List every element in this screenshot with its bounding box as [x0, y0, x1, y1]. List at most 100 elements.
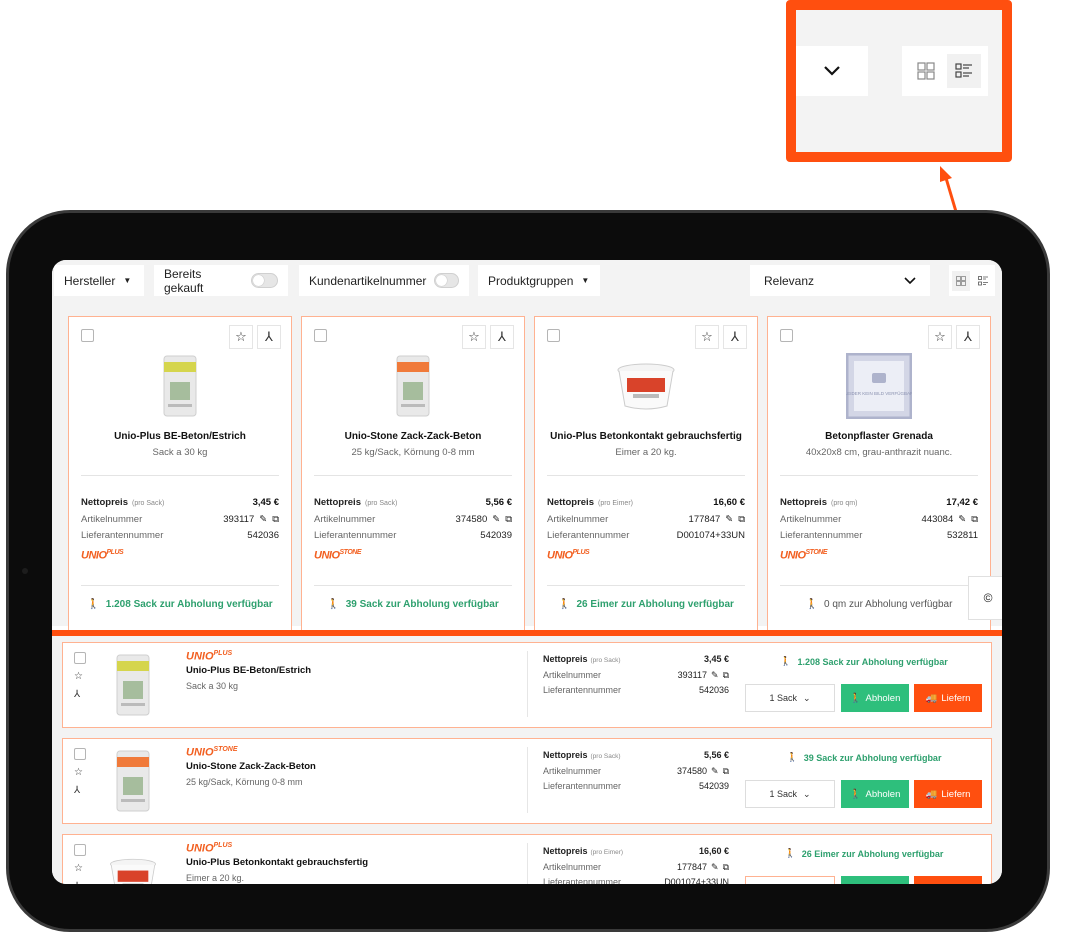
article-value: 393117 ✎ ⧉ [223, 514, 279, 525]
abholen-button[interactable]: 🚶Abholen [841, 684, 909, 712]
pickup-person-icon: 🚶 [805, 599, 819, 610]
quantity-selector[interactable]: 40,000 g⌄ [745, 876, 835, 884]
star-icon[interactable]: ☆ [74, 863, 83, 874]
price-row: Nettopreis (pro Eimer) 16,60 € [547, 497, 745, 508]
datasheet-button[interactable]: ⅄ [490, 325, 514, 349]
favorite-button[interactable]: ☆ [229, 325, 253, 349]
list-item[interactable]: ☆ ⅄ UNIOPLUS Unio-Plus BE-Beton/Estrich … [62, 642, 992, 728]
sort-value: Relevanz [764, 273, 815, 288]
hersteller-filter[interactable]: Hersteller ▼ [54, 265, 144, 296]
product-image[interactable] [108, 844, 158, 884]
product-image[interactable] [108, 652, 158, 718]
compare-checkbox[interactable] [780, 329, 793, 342]
sort-dropdown[interactable]: Relevanz [750, 265, 930, 296]
star-icon[interactable]: ☆ [74, 767, 83, 778]
grid-view-button-zoom[interactable] [909, 54, 943, 88]
copy-icon[interactable]: ⧉ [272, 514, 279, 525]
pickup-person-icon: 🚶 [87, 599, 100, 610]
article-value: 374580 ✎ ⧉ [455, 514, 512, 525]
produktgruppen-filter[interactable]: Produktgruppen ▼ [478, 265, 600, 296]
article-row: Artikelnummer 393117 ✎ ⧉ [543, 670, 729, 681]
product-subtitle: 25 kg/Sack, Körnung 0-8 mm [186, 777, 303, 787]
product-image[interactable] [145, 351, 215, 421]
quantity-selector[interactable]: 1 Sack ⌄ [745, 780, 835, 808]
price-label: Nettopreis (pro Eimer) [547, 497, 633, 508]
acrobat-icon: ⅄ [265, 329, 273, 344]
product-image[interactable]: LEIDER KEIN BILD VERFÜGBAR [844, 351, 914, 421]
list-item[interactable]: ☆ ⅄ UNIOSTONE Unio-Stone Zack-Zack-Beton… [62, 738, 992, 824]
compare-checkbox[interactable] [314, 329, 327, 342]
datasheet-button[interactable]: ⅄ [723, 325, 747, 349]
copy-icon[interactable]: ⧉ [971, 514, 978, 525]
supplier-value: 532811 [947, 530, 978, 541]
supplier-label: Lieferantennummer [543, 781, 622, 791]
filter-bar: Hersteller ▼ Bereits gekauft Kundenartik… [52, 260, 1002, 310]
pencil-icon[interactable]: ✎ [259, 514, 267, 525]
zoom-callout [786, 0, 1012, 162]
copyright-side-tab[interactable]: © [968, 576, 1002, 620]
no-image-placeholder: LEIDER KEIN BILD VERFÜGBAR [846, 353, 912, 419]
product-name[interactable]: Unio-Plus Betonkontakt gebrauchsfertig [541, 431, 751, 442]
product-name[interactable]: Unio-Plus Betonkontakt gebrauchsfertig [186, 857, 368, 868]
tablet-screen: Hersteller ▼ Bereits gekauft Kundenartik… [52, 260, 1002, 884]
copy-icon[interactable]: ⧉ [723, 670, 729, 681]
pencil-icon[interactable]: ✎ [492, 514, 500, 525]
copy-icon[interactable]: ⧉ [505, 514, 512, 525]
product-card[interactable]: ☆ ⅄ Unio-Plus Betonkontakt gebrauchsfert… [534, 316, 758, 636]
pencil-icon[interactable]: ✎ [711, 862, 719, 873]
copy-icon[interactable]: ⧉ [738, 514, 745, 525]
price-value: 3,45 € [252, 497, 279, 508]
bereits-gekauft-toggle[interactable] [250, 273, 278, 288]
availability: 🚶 26 Eimer zur Abholung verfügbar [784, 848, 944, 859]
product-name[interactable]: Betonpflaster Grenada [774, 431, 984, 442]
pencil-icon[interactable]: ✎ [711, 670, 719, 681]
compare-checkbox[interactable] [74, 652, 86, 664]
compare-checkbox[interactable] [81, 329, 94, 342]
product-image[interactable] [378, 351, 448, 421]
favorite-button[interactable]: ☆ [462, 325, 486, 349]
pencil-icon[interactable]: ✎ [725, 514, 733, 525]
liefern-button[interactable]: 🚚Liefern [914, 876, 982, 884]
pencil-icon[interactable]: ✎ [958, 514, 966, 525]
datasheet-button[interactable]: ⅄ [956, 325, 980, 349]
bereits-gekauft-label: Bereits gekauft [164, 266, 204, 295]
price-label: Nettopreis (pro Sack) [81, 497, 165, 508]
product-grid: ☆ ⅄ Unio-Plus BE-Beton/Estrich Sack a 30… [52, 310, 1002, 636]
list-view-button[interactable] [974, 271, 992, 291]
list-view-button-zoom[interactable] [946, 54, 981, 88]
product-name[interactable]: Unio-Plus BE-Beton/Estrich [186, 665, 311, 676]
star-icon[interactable]: ☆ [74, 671, 83, 682]
product-card[interactable]: ☆ ⅄ LEIDER KEIN BILD VERFÜGBAR Betonpfla… [767, 316, 991, 636]
product-image[interactable] [108, 748, 158, 814]
compare-checkbox[interactable] [74, 748, 86, 760]
kundenartikelnummer-toggle[interactable] [434, 273, 459, 288]
supplier-label: Lieferantennummer [547, 530, 630, 541]
compare-checkbox[interactable] [547, 329, 560, 342]
acrobat-icon[interactable]: ⅄ [74, 785, 80, 796]
supplier-label: Lieferantennummer [81, 530, 164, 541]
quantity-selector[interactable]: 1 Sack ⌄ [745, 684, 835, 712]
grid-view-button[interactable] [952, 270, 971, 291]
abholen-button[interactable]: 🚶Abholen [841, 876, 909, 884]
favorite-button[interactable]: ☆ [928, 325, 952, 349]
product-card[interactable]: ☆ ⅄ Unio-Plus BE-Beton/Estrich Sack a 30… [68, 316, 292, 636]
product-card[interactable]: ☆ ⅄ Unio-Stone Zack-Zack-Beton 25 kg/Sac… [301, 316, 525, 636]
favorite-button[interactable]: ☆ [695, 325, 719, 349]
compare-checkbox[interactable] [74, 844, 86, 856]
article-label: Artikelnummer [81, 514, 143, 525]
product-name[interactable]: Unio-Stone Zack-Zack-Beton [308, 431, 518, 442]
abholen-button[interactable]: 🚶Abholen [841, 780, 909, 808]
list-item[interactable]: ☆ ⅄ UNIOPLUS Unio-Plus Betonkontakt gebr… [62, 834, 992, 884]
product-name[interactable]: Unio-Stone Zack-Zack-Beton [186, 761, 316, 772]
copy-icon[interactable]: ⧉ [723, 766, 729, 777]
acrobat-icon[interactable]: ⅄ [74, 689, 80, 700]
copy-icon[interactable]: ⧉ [723, 862, 729, 873]
product-name[interactable]: Unio-Plus BE-Beton/Estrich [75, 431, 285, 442]
acrobat-icon[interactable]: ⅄ [74, 881, 80, 884]
datasheet-button[interactable]: ⅄ [257, 325, 281, 349]
pencil-icon[interactable]: ✎ [711, 766, 719, 777]
liefern-button[interactable]: 🚚Liefern [914, 780, 982, 808]
product-image[interactable] [611, 351, 681, 421]
sort-dropdown-zoom[interactable] [796, 46, 868, 96]
liefern-button[interactable]: 🚚Liefern [914, 684, 982, 712]
